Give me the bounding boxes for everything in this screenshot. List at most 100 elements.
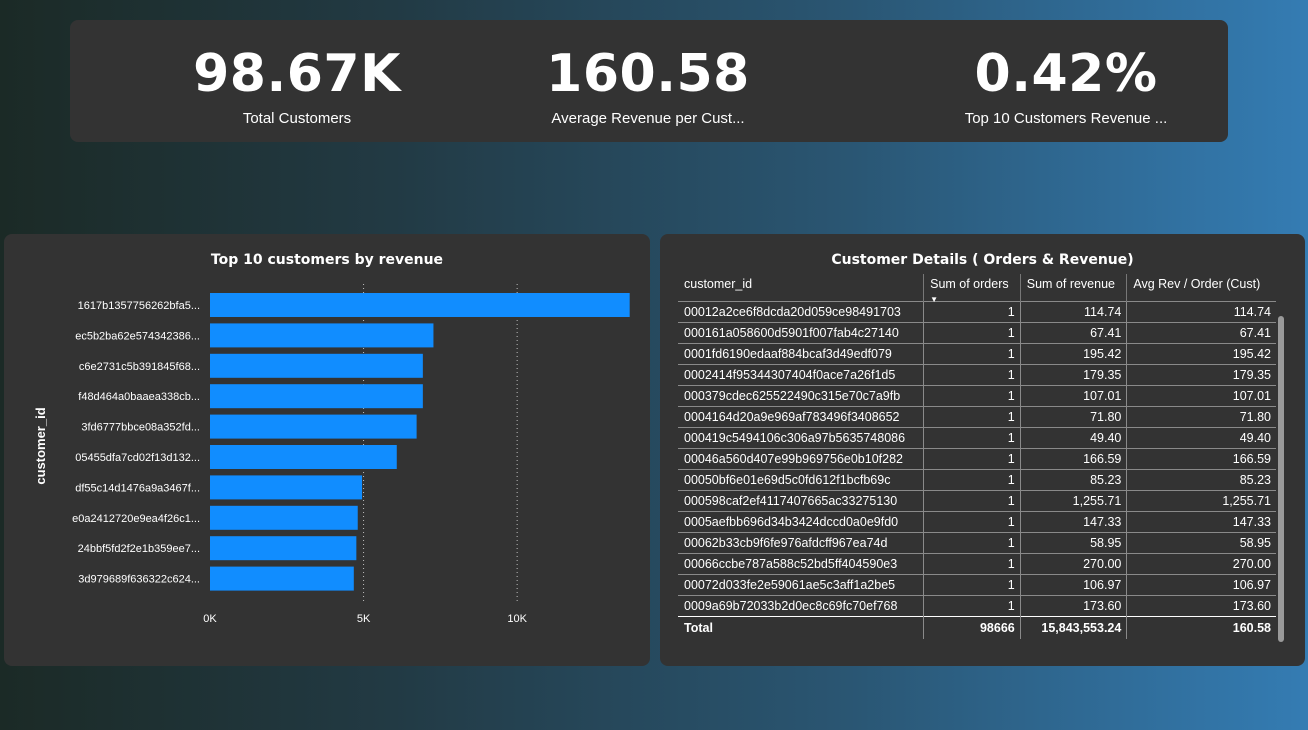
table-total-row: Total 98666 15,843,553.24 160.58 — [678, 616, 1276, 639]
cell-sum-of-revenue: 166.59 — [1019, 448, 1127, 470]
table-row[interactable]: 0001fd6190edaaf884bcaf3d49edf079 1 195.42 1… — [678, 343, 1276, 365]
cell-avg-rev-per-order: 1,255.71 — [1126, 490, 1276, 512]
cell-avg-rev-per-order: 195.42 — [1126, 343, 1276, 365]
bar[interactable] — [210, 536, 357, 561]
cell-avg-rev-per-order: 179.35 — [1126, 364, 1276, 386]
cell-sum-of-orders: 1 — [923, 322, 1021, 344]
cell-sum-of-orders: 1 — [923, 595, 1021, 617]
kpi-label: Average Revenue per Cust... — [551, 110, 745, 127]
category-label[interactable]: c6e2731c5b391845f68... — [79, 361, 200, 373]
kpi-total-customers[interactable]: 98.67K Total Customers — [137, 20, 457, 127]
cell-sum-of-orders: 1 — [923, 511, 1021, 533]
table-row[interactable]: 00050bf6e01e69d5c0fd612f1bcfb69c 1 85.23 85… — [678, 469, 1276, 491]
cell-customer-id: 00012a2ce6f8dcda20d059ce98491703 — [678, 301, 924, 323]
cell-customer-id: 0004164d20a9e969af783496f3408652 — [678, 406, 924, 428]
x-tick-label: 10K — [507, 613, 527, 625]
bar[interactable] — [210, 293, 630, 317]
table-row[interactable]: 0009a69b72033b2d0ec8c69fc70ef768 1 173.60 1… — [678, 595, 1276, 617]
bar[interactable] — [210, 384, 423, 409]
bar[interactable] — [210, 505, 358, 530]
bar[interactable] — [210, 323, 434, 348]
cell-sum-of-orders: 1 — [923, 553, 1021, 575]
cell-sum-of-revenue: 179.35 — [1019, 364, 1127, 386]
category-label[interactable]: 3d979689f636322c624... — [78, 574, 200, 586]
cell-customer-id: 00046a560d407e99b969756e0b10f282 — [678, 448, 924, 470]
cell-customer-id: 0005aefbb696d34b3424dccd0a0e9fd0 — [678, 511, 924, 533]
cell-sum-of-revenue: 71.80 — [1019, 406, 1127, 428]
sort-descending-icon[interactable]: ▼ — [930, 295, 938, 304]
cell-sum-of-revenue: 49.40 — [1019, 427, 1127, 449]
cell-avg-rev-per-order: 58.95 — [1126, 532, 1276, 554]
cell-sum-of-revenue: 1,255.71 — [1019, 490, 1127, 512]
category-label[interactable]: 05455dfa7cd02f13d132... — [75, 452, 200, 464]
table-row[interactable]: 00012a2ce6f8dcda20d059ce98491703 1 114.74 1… — [678, 301, 1276, 323]
category-label[interactable]: 1617b1357756262bfa5... — [78, 300, 200, 312]
kpi-value: 160.58 — [546, 44, 750, 104]
customer-details-panel[interactable]: Customer Details ( Orders & Revenue) cus… — [660, 234, 1305, 666]
bar[interactable] — [210, 445, 397, 469]
cell-avg-rev-per-order: 166.59 — [1126, 448, 1276, 470]
cell-sum-of-orders: 1 — [923, 490, 1021, 512]
bar[interactable] — [210, 353, 423, 378]
customer-details-table[interactable]: customer_id Sum of orders ▼ Sum of revenu… — [678, 274, 1276, 639]
table-row[interactable]: 000598caf2ef4117407665ac33275130 1 1,255.7… — [678, 490, 1276, 512]
column-header-label: Sum of orders — [930, 277, 1009, 291]
category-label[interactable]: df55c14d1476a9a3467f... — [75, 482, 200, 494]
cell-sum-of-revenue: 270.00 — [1019, 553, 1127, 575]
column-header-avg-rev-per-order[interactable]: Avg Rev / Order (Cust) — [1126, 274, 1276, 302]
category-label[interactable]: 3fd6777bbce08a352fd... — [81, 422, 200, 434]
cell-customer-id: 000379cdec625522490c315e70c7a9fb — [678, 385, 924, 407]
top-customers-chart-panel[interactable]: Top 10 customers by revenue 1617b1357756… — [4, 234, 650, 666]
cell-sum-of-revenue: 67.41 — [1019, 322, 1127, 344]
cell-avg-rev-per-order: 106.97 — [1126, 574, 1276, 596]
column-header-sum-of-orders[interactable]: Sum of orders ▼ — [923, 274, 1021, 304]
bar[interactable] — [210, 475, 363, 500]
cell-avg-rev-per-order: 85.23 — [1126, 469, 1276, 491]
cell-avg-rev-per-order: 49.40 — [1126, 427, 1276, 449]
x-tick-label: 5K — [357, 613, 371, 625]
column-header-sum-of-revenue[interactable]: Sum of revenue — [1019, 274, 1127, 302]
table-row[interactable]: 0002414f95344307404f0ace7a26f1d5 1 179.35 1… — [678, 364, 1276, 386]
cell-customer-id: 0002414f95344307404f0ace7a26f1d5 — [678, 364, 924, 386]
table-row[interactable]: 000379cdec625522490c315e70c7a9fb 1 107.01 1… — [678, 385, 1276, 407]
cell-sum-of-orders: 1 — [923, 532, 1021, 554]
kpi-label: Top 10 Customers Revenue ... — [964, 110, 1168, 127]
cell-sum-of-revenue: 107.01 — [1019, 385, 1127, 407]
table-row[interactable]: 00066ccbe787a588c52bd5ff404590e3 1 270.00 2… — [678, 553, 1276, 575]
kpi-top10-revenue-share[interactable]: 0.42% Top 10 Customers Revenue ... — [906, 20, 1226, 127]
kpi-average-revenue[interactable]: 160.58 Average Revenue per Cust... — [488, 20, 808, 127]
category-label[interactable]: 24bbf5fd2f2e1b359ee7... — [78, 543, 200, 555]
table-row[interactable]: 000161a058600d5901f007fab4c27140 1 67.41 67… — [678, 322, 1276, 344]
cell-avg-rev-per-order: 173.60 — [1126, 595, 1276, 617]
table-row[interactable]: 00046a560d407e99b969756e0b10f282 1 166.59 1… — [678, 448, 1276, 470]
bar[interactable] — [210, 566, 354, 591]
cell-avg-rev-per-order: 114.74 — [1126, 301, 1276, 323]
category-label[interactable]: ec5b2ba62e574342386... — [75, 330, 200, 342]
cell-sum-of-revenue: 195.42 — [1019, 343, 1127, 365]
cell-sum-of-orders: 1 — [923, 469, 1021, 491]
cell-sum-of-orders: 1 — [923, 343, 1021, 365]
cell-customer-id: 0001fd6190edaaf884bcaf3d49edf079 — [678, 343, 924, 365]
column-header-customer-id[interactable]: customer_id — [678, 274, 924, 302]
category-label[interactable]: f48d464a0baaea338cb... — [78, 391, 200, 403]
bar[interactable] — [210, 414, 417, 439]
cell-customer-id: 00050bf6e01e69d5c0fd612f1bcfb69c — [678, 469, 924, 491]
bar-chart[interactable]: 1617b1357756262bfa5... ec5b2ba62e57434238… — [4, 234, 650, 666]
category-label[interactable]: e0a2412720e9ea4f26c1... — [72, 513, 200, 525]
cell-customer-id: 000598caf2ef4117407665ac33275130 — [678, 490, 924, 512]
cell-avg-rev-per-order: 147.33 — [1126, 511, 1276, 533]
cell-sum-of-revenue: 114.74 — [1019, 301, 1127, 323]
table-row[interactable]: 00062b33cb9f6fe976afdcff967ea74d 1 58.95 58… — [678, 532, 1276, 554]
total-label: Total — [678, 616, 924, 639]
table-row[interactable]: 000419c5494106c306a97b5635748086 1 49.40 49… — [678, 427, 1276, 449]
cell-customer-id: 00062b33cb9f6fe976afdcff967ea74d — [678, 532, 924, 554]
x-tick-label: 0K — [203, 613, 217, 625]
total-sum-of-revenue: 15,843,553.24 — [1019, 616, 1127, 639]
table-row[interactable]: 00072d033fe2e59061ae5c3aff1a2be5 1 106.97 1… — [678, 574, 1276, 596]
table-vertical-scrollbar[interactable] — [1278, 316, 1284, 642]
cell-sum-of-revenue: 173.60 — [1019, 595, 1127, 617]
table-row[interactable]: 0004164d20a9e969af783496f3408652 1 71.80 71… — [678, 406, 1276, 428]
cell-sum-of-revenue: 85.23 — [1019, 469, 1127, 491]
table-row[interactable]: 0005aefbb696d34b3424dccd0a0e9fd0 1 147.33 1… — [678, 511, 1276, 533]
cell-customer-id: 00072d033fe2e59061ae5c3aff1a2be5 — [678, 574, 924, 596]
